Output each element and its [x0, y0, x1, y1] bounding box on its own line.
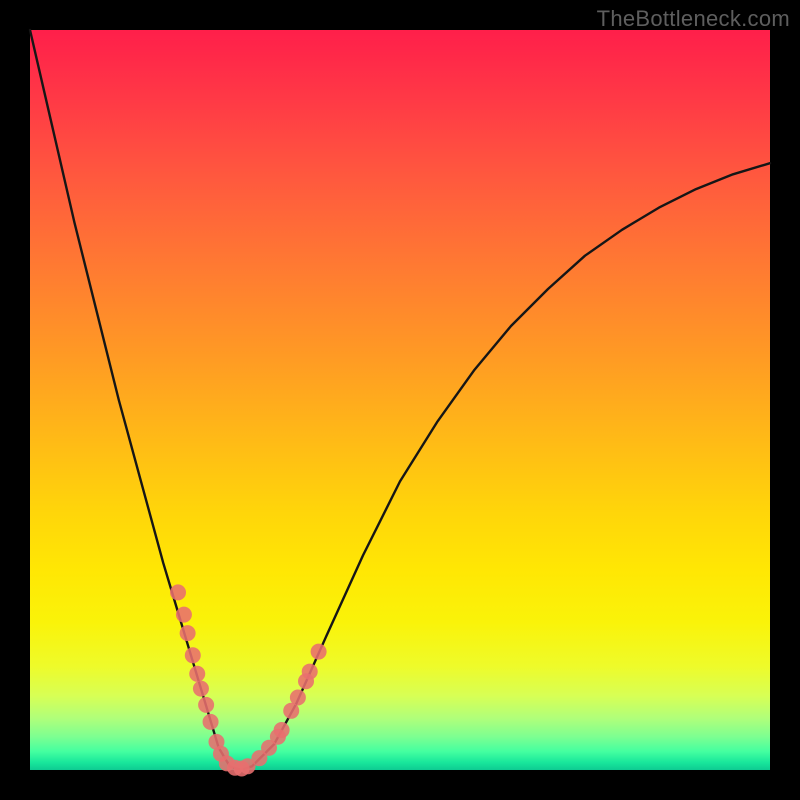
curve-marker	[203, 714, 219, 730]
curve-marker	[193, 681, 209, 697]
chart-frame: TheBottleneck.com	[0, 0, 800, 800]
curve-marker	[290, 689, 306, 705]
curve-marker	[311, 644, 327, 660]
curve-marker	[302, 664, 318, 680]
watermark-text: TheBottleneck.com	[597, 6, 790, 32]
curve-marker	[185, 647, 201, 663]
curve-marker	[274, 722, 290, 738]
curve-marker	[176, 607, 192, 623]
curve-marker	[180, 625, 196, 641]
chart-svg	[30, 30, 770, 770]
plot-area	[30, 30, 770, 770]
curve-marker	[170, 584, 186, 600]
curve-marker	[189, 666, 205, 682]
bottleneck-curve	[30, 30, 770, 770]
curve-marker	[198, 697, 214, 713]
marker-group	[170, 584, 327, 776]
